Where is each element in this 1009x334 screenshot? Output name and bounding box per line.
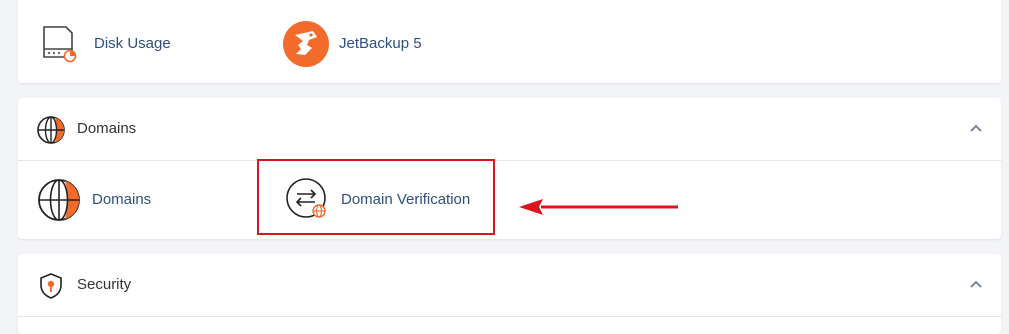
disk-usage-icon: [43, 26, 77, 63]
jetbackup-label: JetBackup 5: [339, 35, 422, 52]
shield-icon: [40, 273, 62, 299]
disk-usage-link[interactable]: Disk Usage: [38, 21, 198, 67]
security-section-header[interactable]: Security: [18, 254, 1001, 317]
files-section-card: Disk Usage JetBackup 5: [18, 0, 1001, 83]
jetbackup-logo-icon: [283, 21, 329, 67]
globe-icon: [37, 116, 65, 144]
chevron-up-icon[interactable]: [969, 123, 983, 133]
annotation-highlight-box: [257, 159, 495, 235]
globe-icon: [38, 179, 80, 221]
domains-link[interactable]: Domains: [36, 177, 196, 223]
disk-usage-label: Disk Usage: [94, 35, 171, 52]
jetbackup-link[interactable]: JetBackup 5: [283, 21, 443, 67]
security-section-card: Security: [18, 254, 1001, 334]
chevron-up-icon[interactable]: [969, 279, 983, 289]
annotation-arrow-icon: [519, 199, 678, 215]
domains-section-header[interactable]: Domains: [18, 98, 1001, 161]
security-section-title: Security: [77, 276, 132, 293]
domains-section-title: Domains: [77, 120, 137, 137]
domains-item-label: Domains: [92, 191, 152, 208]
domains-section-card: Domains Domains Domain Verification: [18, 98, 1001, 239]
